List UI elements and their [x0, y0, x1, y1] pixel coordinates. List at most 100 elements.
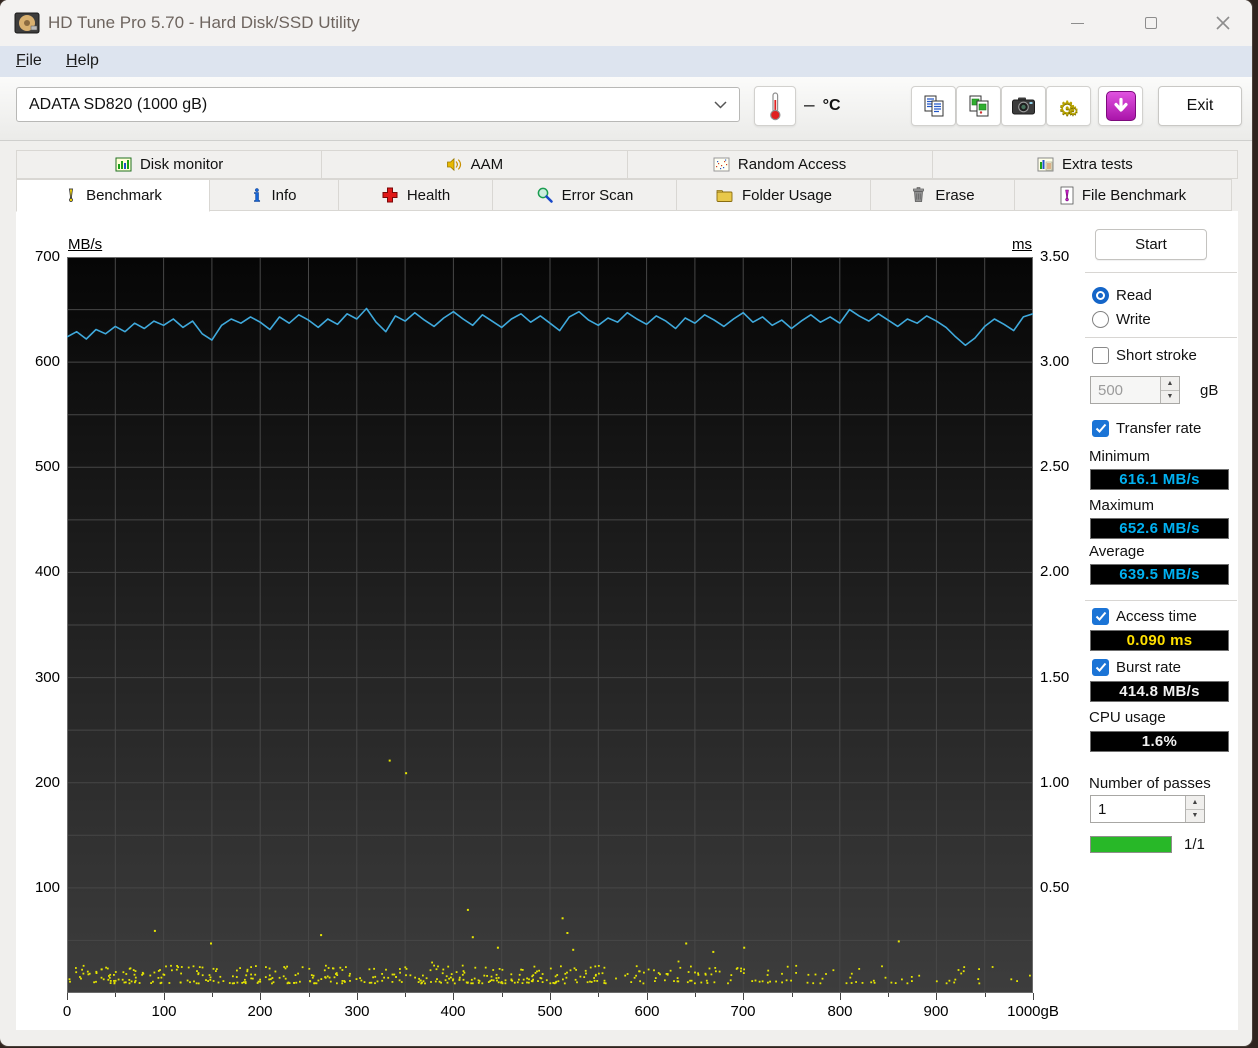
chevron-down-icon [714, 100, 727, 109]
x-tick [598, 993, 599, 997]
x-tick-label: 300 [344, 1003, 370, 1020]
check-icon [1095, 423, 1106, 433]
exit-label: Exit [1186, 97, 1214, 114]
start-button[interactable]: Start [1095, 229, 1207, 260]
options-button[interactable]: ⚙⚙ [1046, 86, 1091, 126]
passes-label: Number of passes [1089, 775, 1211, 792]
drive-select-dropdown[interactable]: ADATA SD820 (1000 gB) [16, 87, 740, 122]
tab-label: Erase [935, 186, 975, 204]
x-tick [840, 993, 841, 1000]
tab-label: Folder Usage [741, 186, 833, 204]
y-right-tick-label: 3.00 [1040, 353, 1070, 370]
copy-image-icon [969, 95, 988, 117]
transfer-rate-checkbox[interactable] [1092, 420, 1109, 437]
copy-text-button[interactable] [911, 86, 956, 126]
tab-erase[interactable]: Erase [870, 179, 1015, 211]
benchmark-chart [67, 257, 1033, 993]
minimize-button[interactable] [1054, 0, 1100, 46]
x-tick [1033, 993, 1034, 1000]
x-tick-label: 1000gB [1007, 1003, 1059, 1020]
health-cross-icon [381, 186, 399, 204]
x-tick [453, 993, 454, 1000]
maximum-value: 652.6 MB/s [1090, 518, 1229, 539]
minimum-value: 616.1 MB/s [1090, 469, 1229, 490]
exit-button[interactable]: Exit [1158, 86, 1242, 126]
write-radio[interactable] [1092, 311, 1109, 328]
svg-text:i: i [254, 186, 261, 205]
spin-down-icon[interactable]: ▼ [1161, 390, 1179, 403]
x-tick [405, 993, 406, 997]
benchmark-icon: ! [64, 186, 78, 205]
y-left-tick-label: 600 [34, 353, 60, 370]
maximize-button[interactable] [1128, 0, 1174, 46]
x-tick [695, 993, 696, 997]
spin-up-icon[interactable]: ▲ [1186, 796, 1204, 810]
x-tick [743, 993, 744, 1000]
spin-down-icon[interactable]: ▼ [1186, 809, 1204, 822]
app-window: HD Tune Pro 5.70 - Hard Disk/SSD Utility… [0, 0, 1252, 1046]
temperature-button[interactable] [754, 86, 796, 126]
x-tick-label: 800 [827, 1003, 853, 1020]
y-left-unit-label: MB/s [68, 236, 103, 253]
access-time-checkbox[interactable] [1092, 608, 1109, 625]
minimum-label: Minimum [1089, 448, 1150, 465]
x-tick [67, 993, 68, 1000]
maximum-label: Maximum [1089, 497, 1155, 514]
menu-help[interactable]: Help [66, 52, 99, 70]
short-stroke-label: Short stroke [1116, 347, 1197, 364]
short-stroke-value: 500 [1098, 381, 1124, 399]
close-icon [1216, 16, 1230, 30]
screenshot-button[interactable] [1001, 86, 1046, 126]
y-left-tick-label: 700 [34, 248, 60, 265]
burst-rate-checkbox[interactable] [1092, 659, 1109, 676]
progress-fill [1091, 837, 1171, 852]
x-tick-label: 500 [537, 1003, 563, 1020]
x-tick-label: 600 [634, 1003, 660, 1020]
tab-folder-usage[interactable]: Folder Usage [676, 179, 871, 211]
short-stroke-spinner[interactable]: 500 ▲ ▼ [1090, 376, 1180, 404]
short-stroke-unit: gB [1200, 382, 1219, 399]
transfer-rate-label: Transfer rate [1116, 420, 1202, 437]
close-button[interactable] [1200, 0, 1246, 46]
minimize-icon [1070, 22, 1084, 24]
x-tick [985, 993, 986, 997]
cpu-usage-label: CPU usage [1089, 709, 1166, 726]
tab-random-access[interactable]: Random Access [626, 150, 933, 179]
maximize-icon [1145, 17, 1157, 29]
x-tick [260, 993, 261, 1000]
access-time-label: Access time [1116, 608, 1197, 625]
average-value: 639.5 MB/s [1090, 564, 1229, 585]
tab-info[interactable]: i Info [209, 179, 339, 211]
x-tick [212, 993, 213, 997]
write-label: Write [1116, 311, 1151, 328]
read-radio[interactable] [1092, 287, 1109, 304]
window-title: HD Tune Pro 5.70 - Hard Disk/SSD Utility [48, 13, 360, 32]
spin-up-icon[interactable]: ▲ [1161, 377, 1179, 391]
speaker-icon [446, 156, 463, 173]
tab-disk-monitor[interactable]: Disk monitor [16, 150, 323, 179]
tab-health[interactable]: Health [338, 179, 493, 211]
temperature-unit: °C [822, 97, 841, 114]
tab-file-benchmark[interactable]: ! File Benchmark [1014, 179, 1232, 211]
access-time-value: 0.090 ms [1090, 630, 1229, 651]
tab-extra-tests[interactable]: Extra tests [931, 150, 1238, 179]
x-tick [502, 993, 503, 997]
passes-spinner[interactable]: 1 ▲ ▼ [1090, 795, 1205, 823]
tab-aam[interactable]: AAM [321, 150, 628, 179]
x-tick [164, 993, 165, 1000]
tab-label: Error Scan [561, 186, 634, 204]
tab-benchmark[interactable]: ! Benchmark [16, 179, 210, 212]
short-stroke-checkbox[interactable] [1092, 347, 1109, 364]
y-right-tick-label: 3.50 [1040, 248, 1070, 265]
tab-error-scan[interactable]: Error Scan [492, 179, 677, 211]
menu-bar: File Help [0, 46, 1252, 77]
x-tick [936, 993, 937, 1000]
y-right-tick-label: 2.50 [1040, 458, 1070, 475]
gears-icon: ⚙⚙ [1058, 97, 1079, 120]
save-results-button[interactable] [1098, 86, 1143, 126]
tab-row-bottom: ! Benchmark i Info Health Error Scan Fol… [16, 179, 1238, 212]
tab-label: Benchmark [86, 187, 162, 204]
info-icon: i [251, 186, 263, 205]
menu-file[interactable]: File [16, 52, 42, 70]
copy-image-button[interactable] [956, 86, 1001, 126]
